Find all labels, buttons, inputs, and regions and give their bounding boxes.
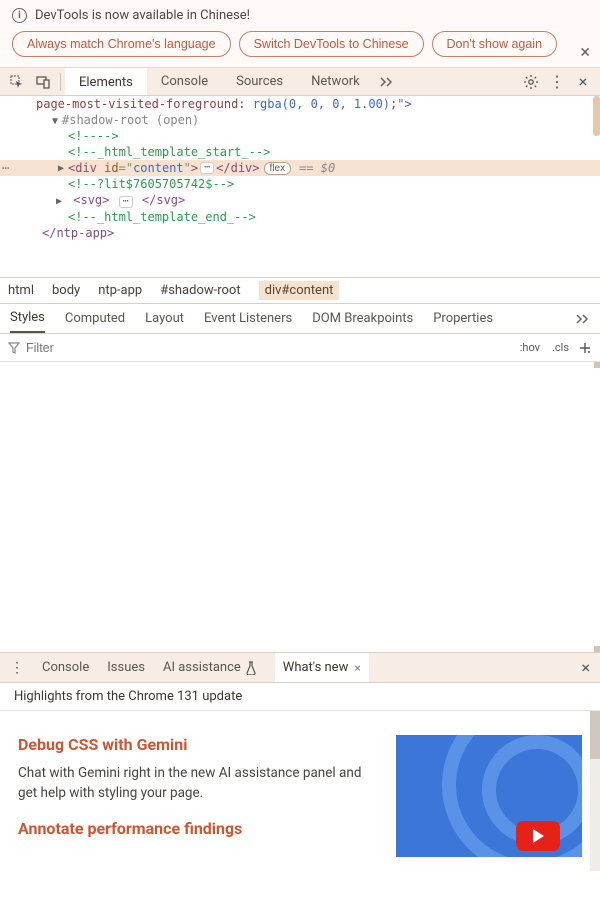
play-button-icon[interactable] <box>516 821 560 851</box>
drawer-close-icon[interactable]: × <box>581 658 590 677</box>
match-language-button[interactable]: Always match Chrome's language <box>12 31 231 57</box>
shadow-root-line[interactable]: ▼#shadow-root (open) <box>0 112 600 128</box>
expand-arrow-icon[interactable]: ▶ <box>56 196 66 207</box>
scrollbar-thumb[interactable] <box>590 711 600 759</box>
svg-line[interactable]: ▶ <svg> ⋯ </svg> <box>0 192 600 209</box>
hov-toggle[interactable]: :hov <box>517 341 543 354</box>
switch-language-button[interactable]: Switch DevTools to Chinese <box>239 31 424 57</box>
collapse-arrow-icon[interactable]: ▼ <box>52 116 62 127</box>
video-thumbnail[interactable] <box>396 735 582 857</box>
device-toolbar-icon[interactable] <box>30 69 56 95</box>
main-toolbar: Elements Console Sources Network ⋮ × <box>0 68 600 96</box>
tabs-overflow-icon[interactable] <box>576 314 590 324</box>
infobar-close-icon[interactable]: × <box>580 44 590 62</box>
crumb-html[interactable]: html <box>8 283 34 298</box>
crumb-selected[interactable]: div#content <box>259 281 340 300</box>
highlights-header: Highlights from the Chrome 131 update <box>0 683 600 711</box>
infobar-message: DevTools is now available in Chinese! <box>35 8 250 23</box>
scrollbar[interactable] <box>590 711 600 871</box>
wn-heading: Debug CSS with Gemini <box>18 735 380 754</box>
comment-line[interactable]: <!--_html_template_start_--> <box>0 144 600 160</box>
dollar-zero-label: == $0 <box>299 161 335 175</box>
drawer-tab-whatsnew[interactable]: What's new × <box>275 653 369 682</box>
more-menu-icon[interactable]: ⋮ <box>544 69 570 95</box>
sidebar-tabs: Styles Computed Layout Event Listeners D… <box>0 304 600 334</box>
selected-element-line[interactable]: ⋯ ▶ <div id="content"> ⋯ </div> flex == … <box>0 160 600 176</box>
wn-paragraph: Chat with Gemini right in the new AI ass… <box>18 764 380 803</box>
crumb-body[interactable]: body <box>52 283 80 298</box>
tab-dom-breakpoints[interactable]: DOM Breakpoints <box>312 311 413 326</box>
style-prop: page-most-visited-foreground: <box>36 97 246 111</box>
tab-overflow-icon[interactable] <box>374 68 400 95</box>
drawer-menu-icon[interactable]: ⋮ <box>10 660 24 676</box>
scrollbar[interactable] <box>593 96 600 136</box>
devtools-close-icon[interactable]: × <box>570 69 596 95</box>
drawer-tab-console[interactable]: Console <box>42 660 89 675</box>
new-style-rule-icon[interactable] <box>578 341 592 355</box>
gutter-menu-icon[interactable]: ⋯ <box>0 161 10 175</box>
styles-filter-input[interactable] <box>26 341 511 355</box>
expand-arrow-icon[interactable]: ▶ <box>58 163 68 174</box>
comment-line[interactable]: <!----> <box>0 128 600 144</box>
tab-close-icon[interactable]: × <box>354 661 360 675</box>
info-icon: i <box>12 8 27 23</box>
tab-elements[interactable]: Elements <box>65 68 147 95</box>
main-tab-list: Elements Console Sources Network <box>65 68 518 95</box>
ellipsis-icon[interactable]: ⋯ <box>119 196 133 208</box>
style-value: rgba(0, 0, 0, 1.00) <box>253 97 390 111</box>
tab-computed[interactable]: Computed <box>65 311 125 326</box>
flex-badge[interactable]: flex <box>264 162 292 175</box>
infobar: i DevTools is now available in Chinese! … <box>0 0 600 68</box>
comment-line[interactable]: <!--?lit$7605705742$--> <box>0 176 600 192</box>
whatsnew-content[interactable]: Debug CSS with Gemini Chat with Gemini r… <box>0 711 600 871</box>
filter-icon <box>8 342 20 354</box>
cls-toggle[interactable]: .cls <box>549 341 572 354</box>
crumb-ntp-app[interactable]: ntp-app <box>98 283 142 298</box>
dont-show-button[interactable]: Don't show again <box>432 31 558 57</box>
ellipsis-icon[interactable]: ⋯ <box>200 162 214 174</box>
comment-line[interactable]: <!--_html_template_end_--> <box>0 209 600 225</box>
settings-gear-icon[interactable] <box>518 69 544 95</box>
tab-properties[interactable]: Properties <box>433 311 493 326</box>
tab-network[interactable]: Network <box>297 68 374 95</box>
tab-styles[interactable]: Styles <box>10 304 45 333</box>
elements-tree[interactable]: page-most-visited-foreground: rgba(0, 0,… <box>0 96 600 278</box>
tab-event-listeners[interactable]: Event Listeners <box>204 311 292 326</box>
drawer-tabs: ⋮ Console Issues AI assistance What's ne… <box>0 653 600 683</box>
scrollbar-corner <box>594 362 600 368</box>
drawer-tab-ai[interactable]: AI assistance <box>163 660 257 675</box>
breadcrumb: html body ntp-app #shadow-root div#conte… <box>0 278 600 304</box>
crumb-shadow-root[interactable]: #shadow-root <box>160 283 240 298</box>
tab-sources[interactable]: Sources <box>222 68 297 95</box>
flask-icon <box>245 661 257 675</box>
tab-layout[interactable]: Layout <box>145 311 184 326</box>
wn-heading: Annotate performance findings <box>18 819 380 838</box>
drawer-tab-issues[interactable]: Issues <box>107 660 145 675</box>
inspect-element-icon[interactable] <box>4 69 30 95</box>
tab-console[interactable]: Console <box>147 68 222 95</box>
styles-panel[interactable] <box>0 362 600 653</box>
styles-filter-row: :hov .cls <box>0 334 600 362</box>
scrollbar-corner <box>594 646 600 652</box>
closing-tag-line[interactable]: </ntp-app> <box>0 225 600 241</box>
toolbar-separator <box>60 73 61 91</box>
